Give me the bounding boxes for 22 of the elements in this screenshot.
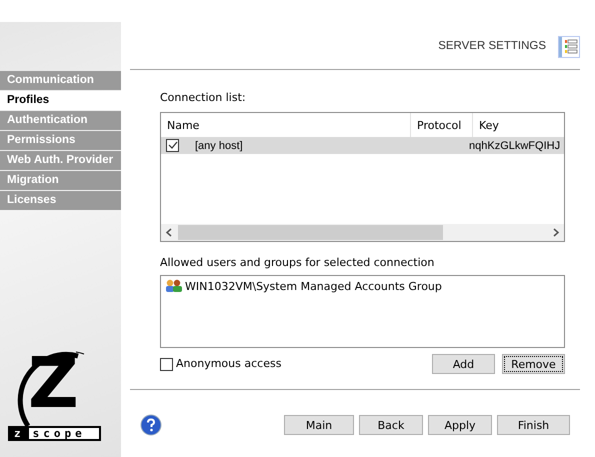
list-button[interactable]: Remove [502,354,565,374]
footer-button[interactable]: Finish [497,415,570,435]
sidebar-item[interactable]: Profiles [0,91,121,110]
table-row[interactable]: [any host] nqhKzGLkwFQIHJ [161,137,564,154]
help-icon[interactable] [140,414,162,436]
header-title: SERVER SETTINGS [438,40,546,52]
table-cell-text: nqhKzGLkwFQIHJ [468,140,561,152]
footer-button[interactable]: Back [359,415,423,435]
footer-button[interactable]: Apply [428,415,492,435]
list-item[interactable]: WIN1032VM\System Managed Accounts Group [185,280,442,292]
user-group-icon [165,279,183,293]
allowed-users-label: Allowed users and groups for selected connection [160,256,436,270]
footer-button[interactable]: Main [284,415,354,435]
connection-list-label: Connection list: [160,91,247,105]
column-header[interactable]: Key [473,113,553,137]
table-cell-text: [any host] [194,140,244,152]
list-button[interactable]: Add [432,354,495,374]
list-view-icon[interactable] [558,36,580,58]
horizontal-scrollbar[interactable] [161,224,564,241]
checkbox-label: Anonymous access [176,357,282,371]
checkbox[interactable] [166,139,179,152]
checkbox[interactable] [160,358,173,370]
